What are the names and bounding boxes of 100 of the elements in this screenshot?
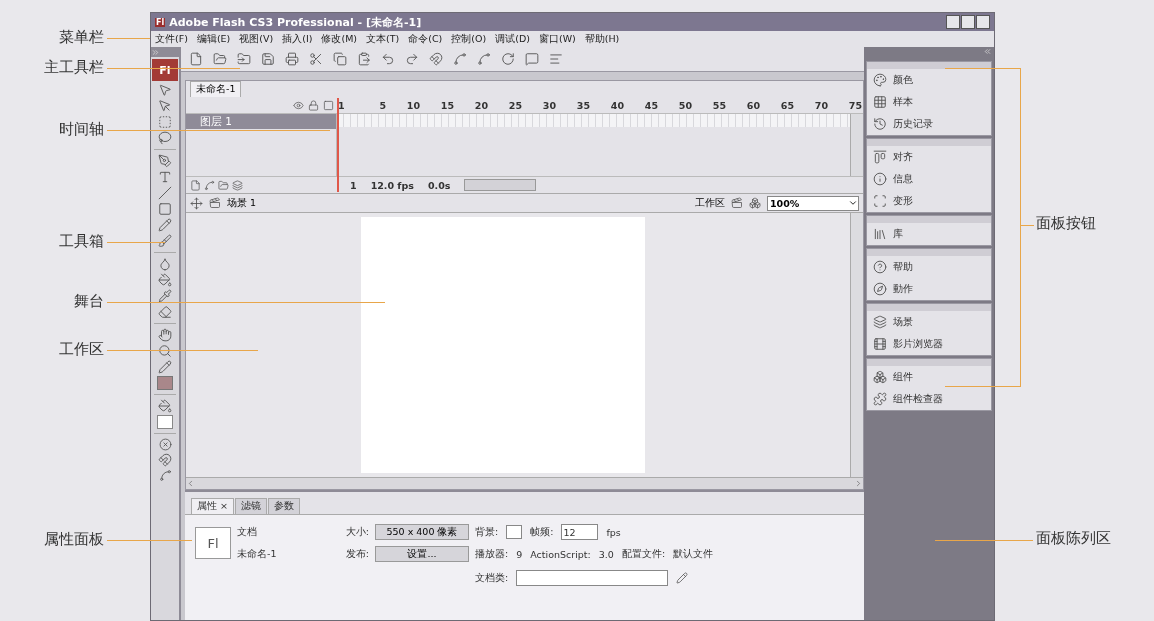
- pencil-icon[interactable]: [158, 360, 172, 374]
- menu-item[interactable]: 修改(M): [321, 32, 358, 46]
- minimize-button[interactable]: [946, 15, 960, 29]
- text-icon[interactable]: [158, 170, 172, 184]
- redo-icon[interactable]: [405, 52, 419, 66]
- pointer-icon[interactable]: [158, 99, 172, 113]
- menu-item[interactable]: 视图(V): [239, 32, 274, 46]
- panel-tab[interactable]: 滤镜: [235, 498, 267, 514]
- panel-button[interactable]: 影片浏览器: [867, 333, 991, 355]
- eye-icon[interactable]: [293, 99, 304, 111]
- background-color-swatch[interactable]: [506, 525, 523, 539]
- maximize-button[interactable]: [961, 15, 975, 29]
- panel-button[interactable]: 组件检查器: [867, 388, 991, 410]
- panel-button[interactable]: 样本: [867, 91, 991, 113]
- close-button[interactable]: [976, 15, 990, 29]
- hand-icon[interactable]: [158, 328, 172, 342]
- panel-button[interactable]: 组件: [867, 366, 991, 388]
- actionscript-label: ActionScript:: [530, 548, 591, 560]
- lock-icon[interactable]: [308, 99, 319, 111]
- panel-button[interactable]: 颜色: [867, 69, 991, 91]
- workspace-menu[interactable]: 工作区: [695, 196, 725, 210]
- paint-bucket-icon[interactable]: [158, 399, 172, 413]
- menu-item[interactable]: 控制(O): [451, 32, 487, 46]
- document-class-field[interactable]: [516, 570, 669, 586]
- copy-icon[interactable]: [333, 52, 347, 66]
- menu-item[interactable]: 帮助(H): [584, 32, 620, 46]
- scrollbar[interactable]: [850, 114, 863, 176]
- lasso-icon[interactable]: [158, 131, 172, 145]
- eyedropper-icon[interactable]: [158, 289, 172, 303]
- align-icon[interactable]: [549, 52, 563, 66]
- settings-button[interactable]: 设置...: [375, 546, 469, 562]
- paste-icon[interactable]: [357, 52, 371, 66]
- document-tab[interactable]: 未命名-1: [190, 81, 242, 97]
- menu-item[interactable]: 文件(F): [155, 32, 188, 46]
- fill-color-swatch[interactable]: [157, 415, 173, 429]
- curve-icon[interactable]: [477, 52, 491, 66]
- rectangle-icon[interactable]: [158, 202, 172, 216]
- pencil-icon[interactable]: [158, 218, 172, 232]
- menu-item[interactable]: 命令(C): [408, 32, 443, 46]
- frame-rate-field[interactable]: 12: [561, 524, 599, 540]
- menu-item[interactable]: 编辑(E): [196, 32, 231, 46]
- folder-icon[interactable]: [213, 52, 227, 66]
- paint-bucket-icon[interactable]: [158, 273, 172, 287]
- scene-icon[interactable]: [209, 197, 221, 209]
- eraser-icon[interactable]: [158, 305, 172, 319]
- panel-tab[interactable]: 参数: [268, 498, 300, 514]
- menu-item[interactable]: 调试(D): [495, 32, 530, 46]
- frame-number: 25: [507, 99, 522, 111]
- callout-label: 舞台: [73, 292, 104, 311]
- dropdown-icon[interactable]: [848, 198, 858, 208]
- outline-icon[interactable]: [323, 99, 334, 111]
- scene-name[interactable]: 场景 1: [227, 196, 257, 210]
- menu-item[interactable]: 插入(I): [282, 32, 313, 46]
- scissors-icon[interactable]: [309, 52, 323, 66]
- app-icon: Fl: [155, 17, 166, 27]
- panel-button[interactable]: 信息: [867, 168, 991, 190]
- size-button[interactable]: 550 x 400 像素: [375, 524, 469, 540]
- panel-button[interactable]: 对齐: [867, 146, 991, 168]
- dashed-square-icon[interactable]: [158, 115, 172, 129]
- menu-item[interactable]: 窗口(W): [538, 32, 576, 46]
- callout-label: 菜单栏: [58, 28, 104, 47]
- scrollbar[interactable]: [850, 213, 863, 477]
- speech-icon[interactable]: [525, 52, 539, 66]
- droplet-icon[interactable]: [158, 257, 172, 271]
- zoom-field[interactable]: 100%: [767, 195, 859, 211]
- scrollbar[interactable]: [464, 179, 537, 191]
- pen-icon[interactable]: [158, 154, 172, 168]
- menu-item[interactable]: 文本(T): [366, 32, 400, 46]
- panel-button[interactable]: 场景: [867, 311, 991, 333]
- line-icon[interactable]: [158, 186, 172, 200]
- search-icon[interactable]: [158, 344, 172, 358]
- panel-button[interactable]: 变形: [867, 190, 991, 212]
- curve-icon[interactable]: [453, 52, 467, 66]
- transform-icon: [873, 194, 887, 208]
- document-name: 未命名-1: [237, 547, 278, 561]
- folder-icon[interactable]: [237, 52, 251, 66]
- panel-button[interactable]: 帮助: [867, 256, 991, 278]
- panel-button[interactable]: 历史记录: [867, 113, 991, 135]
- pencil-icon[interactable]: [676, 572, 689, 584]
- rotate-icon[interactable]: [501, 52, 515, 66]
- new-file-icon[interactable]: [189, 52, 203, 66]
- save-icon[interactable]: [261, 52, 275, 66]
- magnet-icon[interactable]: [158, 453, 172, 467]
- no-color-icon[interactable]: [158, 438, 172, 451]
- arrow-icon[interactable]: [158, 83, 172, 97]
- curve-icon[interactable]: [158, 469, 172, 482]
- stroke-color-swatch[interactable]: [157, 376, 173, 390]
- magnet-icon[interactable]: [429, 52, 443, 66]
- collapse-icon[interactable]: [983, 47, 992, 56]
- panel-tab[interactable]: 属性 ×: [191, 498, 234, 514]
- panel-button[interactable]: 動作: [867, 278, 991, 300]
- brush-icon[interactable]: [158, 234, 172, 248]
- leader-line: [107, 38, 150, 39]
- scroll-right-icon[interactable]: [854, 479, 863, 488]
- scroll-left-icon[interactable]: [186, 479, 195, 488]
- panel-button[interactable]: 库: [867, 223, 991, 245]
- printer-icon[interactable]: [285, 52, 299, 66]
- compass-icon: [873, 282, 887, 296]
- folder-icon[interactable]: [218, 179, 229, 191]
- undo-icon[interactable]: [381, 52, 395, 66]
